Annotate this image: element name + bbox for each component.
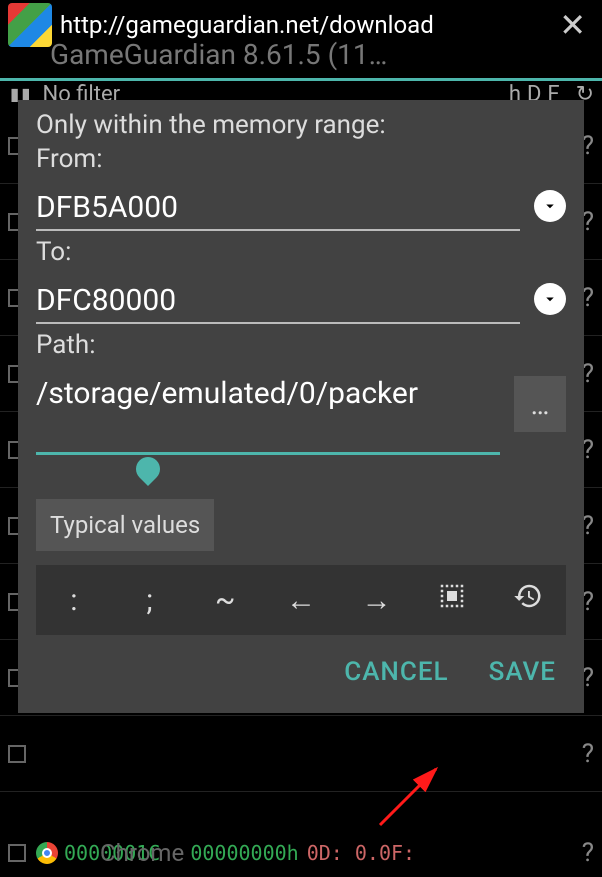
- memory-range-dialog: Only within the memory range: From: To: …: [18, 100, 584, 713]
- tilde-button[interactable]: ~: [200, 583, 250, 618]
- arrow-right-icon[interactable]: →: [352, 583, 402, 618]
- save-button[interactable]: SAVE: [489, 657, 556, 687]
- help-icon[interactable]: ?: [582, 739, 594, 769]
- chrome-label: Chrome: [100, 839, 184, 867]
- close-icon[interactable]: ✕: [551, 6, 594, 44]
- app-icon: [8, 3, 52, 47]
- history-icon[interactable]: [503, 581, 553, 619]
- browse-button[interactable]: …: [514, 376, 566, 432]
- semicolon-button[interactable]: ;: [125, 583, 175, 618]
- help-icon[interactable]: ?: [582, 838, 594, 868]
- checkbox[interactable]: [8, 745, 26, 763]
- colon-button[interactable]: :: [49, 583, 99, 618]
- symbol-toolbar: : ; ~ ← →: [36, 565, 566, 635]
- text-cursor-icon: [131, 452, 165, 486]
- to-label: To:: [36, 237, 566, 267]
- chrome-icon: [36, 842, 58, 864]
- to-input[interactable]: [36, 273, 520, 324]
- select-all-icon[interactable]: [427, 581, 477, 619]
- dialog-actions: CANCEL SAVE: [36, 635, 566, 703]
- url-text[interactable]: http://gameguardian.net/download: [60, 11, 551, 39]
- val-text: 0D: 0.0F:: [307, 841, 415, 865]
- path-input[interactable]: [36, 366, 500, 455]
- from-dropdown-icon[interactable]: [534, 190, 566, 222]
- list-row: ?: [0, 716, 602, 792]
- checkbox[interactable]: [8, 844, 26, 862]
- url-bar: http://gameguardian.net/download ✕: [0, 5, 602, 45]
- cancel-button[interactable]: CANCEL: [344, 657, 448, 687]
- from-label: From:: [36, 144, 566, 174]
- dialog-title: Only within the memory range:: [36, 110, 566, 140]
- to-dropdown-icon[interactable]: [534, 283, 566, 315]
- bottom-row: 0000001C Chrome 00000000h 0D: 0.0F: ?: [0, 833, 602, 873]
- path-label: Path:: [36, 330, 566, 360]
- from-input[interactable]: [36, 180, 520, 231]
- typical-values-button[interactable]: Typical values: [36, 499, 214, 551]
- arrow-left-icon[interactable]: ←: [276, 583, 326, 618]
